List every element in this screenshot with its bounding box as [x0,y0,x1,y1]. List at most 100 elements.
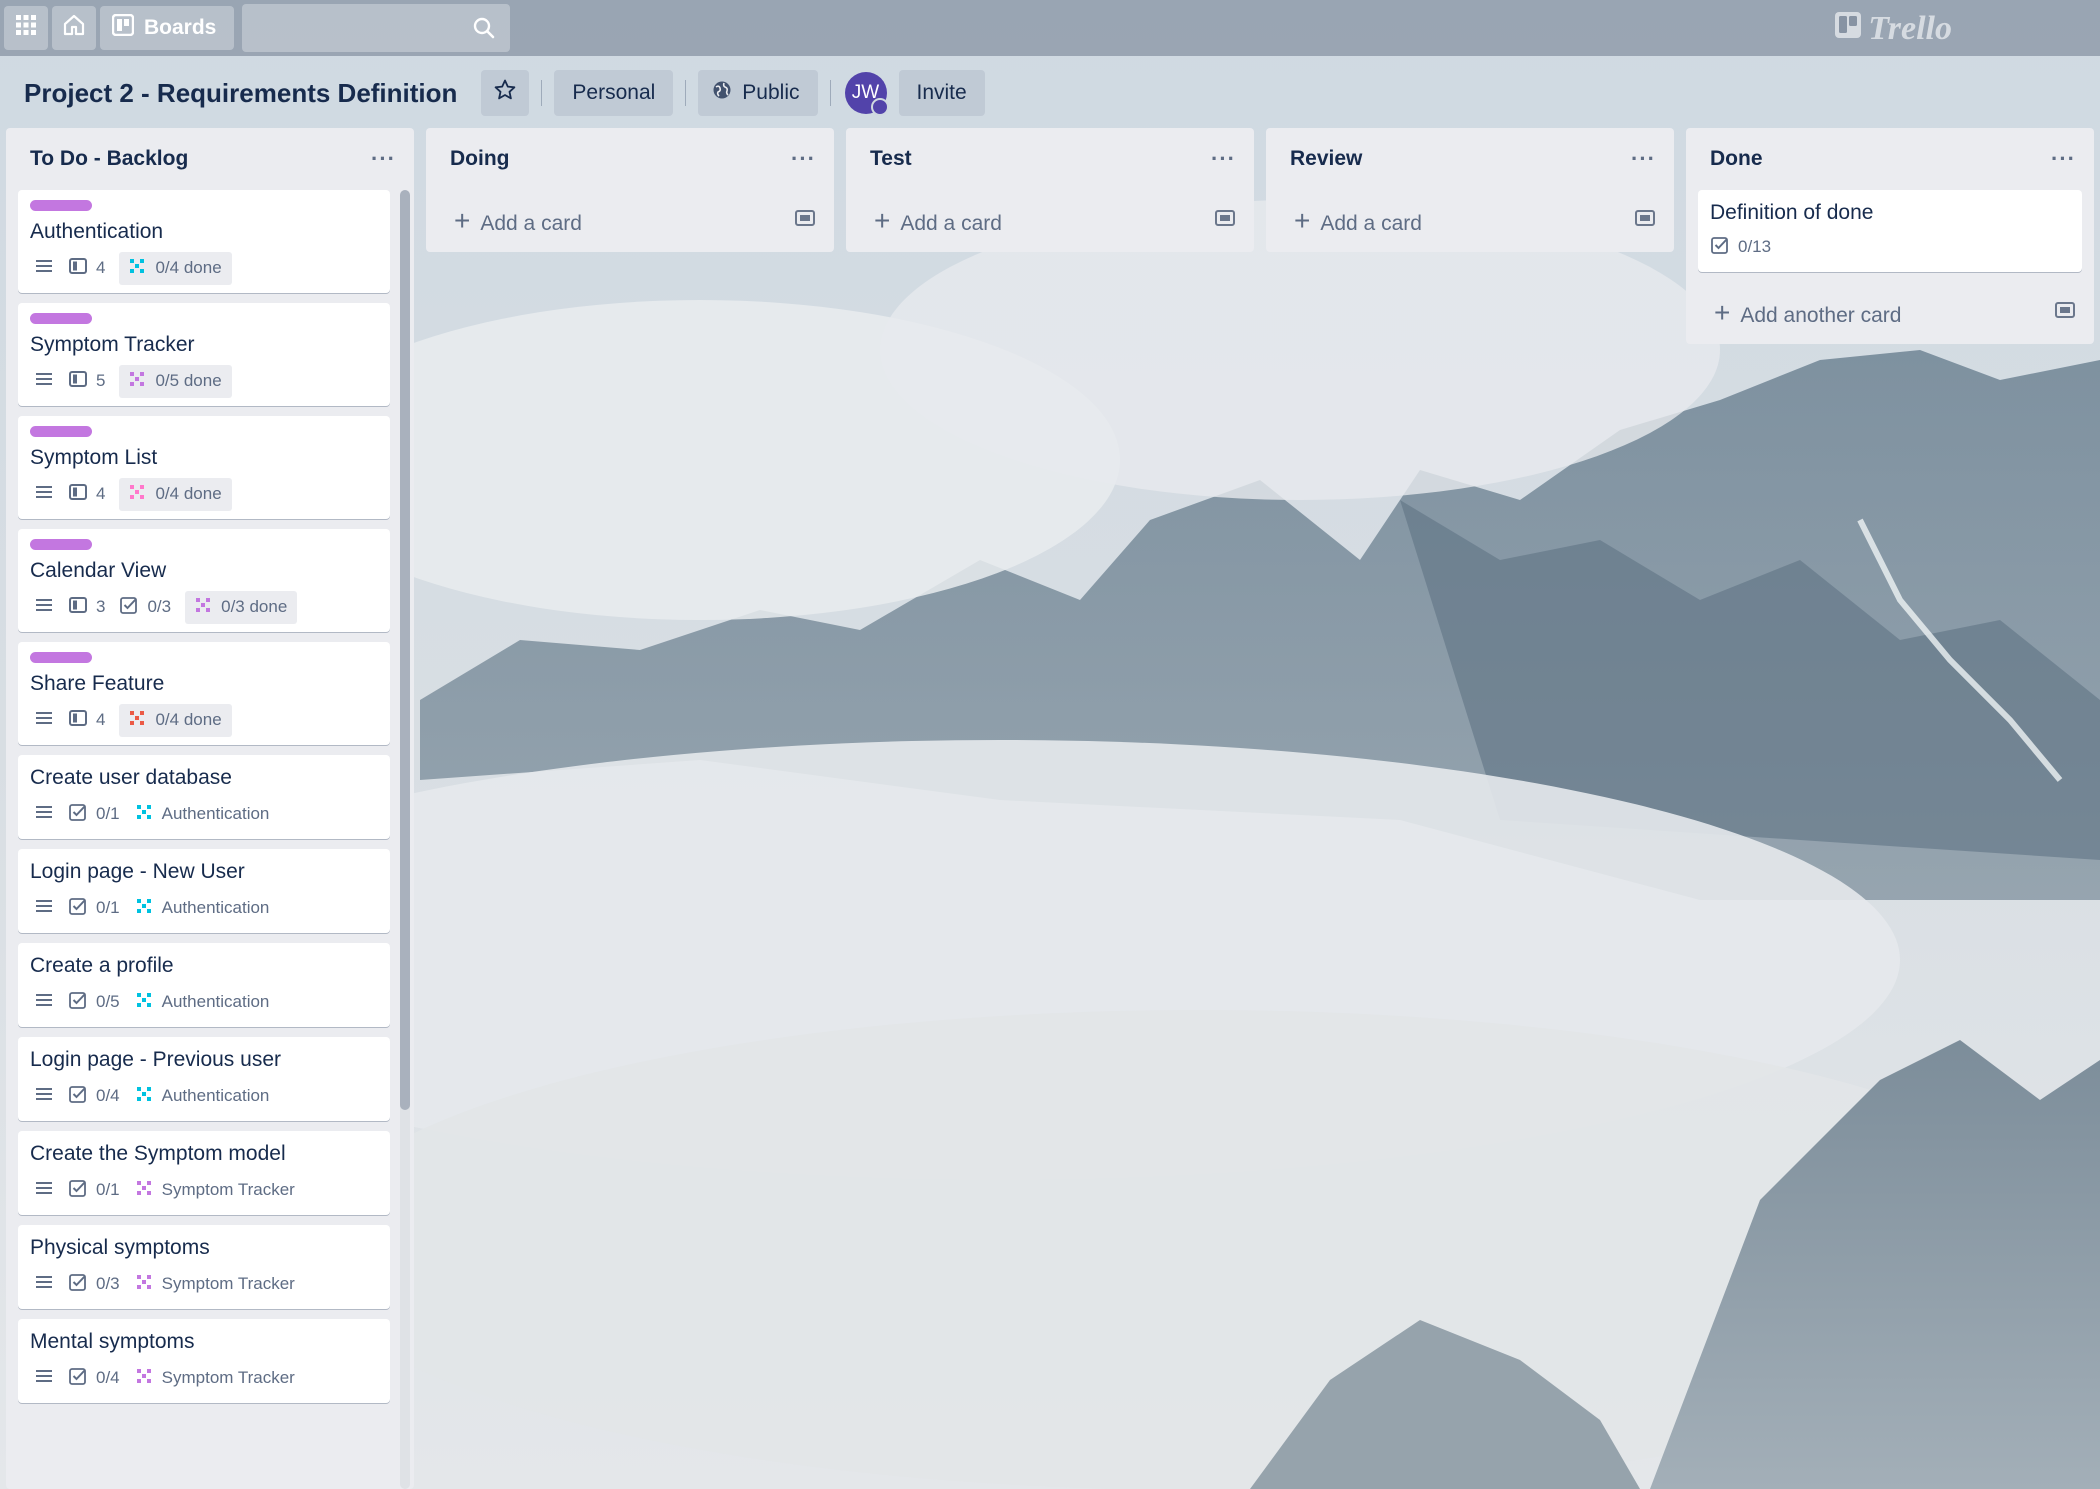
checklist-icon [68,1178,88,1203]
card-badges: 0/4 Authentication [30,1081,378,1111]
list-title[interactable]: To Do - Backlog [30,147,188,171]
description-badge [34,708,54,733]
card-badges: 0/4 Symptom Tracker [30,1363,378,1393]
card[interactable]: Mental symptoms 0/4 Symptom Tracker [18,1319,390,1403]
card[interactable]: Physical symptoms 0/3 Symptom Tracker [18,1225,390,1309]
apps-button[interactable] [4,6,48,50]
checklist-count: 0/5 [96,992,120,1011]
description-icon [34,595,54,620]
list-menu-icon[interactable]: ··· [1631,146,1656,172]
card[interactable]: Symptom Tracker 5 0/5 done [18,303,390,406]
parent-card-badge[interactable]: Symptom Tracker [134,1272,295,1297]
parent-card-badge[interactable]: Authentication [134,802,269,827]
list-title[interactable]: Review [1290,147,1362,171]
invite-button[interactable]: Invite [898,70,985,116]
add-card-button[interactable]: + Add a card [426,190,834,252]
checklist-badge: 0/5 [68,990,120,1015]
card-title: Create a profile [30,954,174,977]
card[interactable]: Create user database 0/1 Authentication [18,755,390,839]
card-badges: 4 0/4 done [30,477,378,511]
public-visibility-button[interactable]: Public [698,70,818,116]
list-scrollbar-thumb[interactable] [400,190,410,1110]
description-badge [34,595,54,620]
list-menu-icon[interactable]: ··· [2051,146,2076,172]
description-badge [34,1272,54,1297]
checklist-badge: 0/4 [68,1084,120,1109]
badge-text: 0/4 done [155,710,222,729]
card-label[interactable] [30,652,92,663]
card-badges: 4 0/4 done [30,703,378,737]
card[interactable]: Share Feature 4 0/4 done [18,642,390,745]
board-title[interactable]: Project 2 - Requirements Definition [24,78,457,109]
card[interactable]: Definition of done 0/13 [1698,190,2082,272]
card-template-icon[interactable] [1634,208,1656,234]
card-title: Definition of done [1710,201,1874,224]
checklist-icon [68,1084,88,1109]
card-title: Share Feature [30,672,165,695]
list-title[interactable]: Done [1710,147,1763,171]
card-title: Mental symptoms [30,1330,195,1353]
card[interactable]: Create the Symptom model 0/1 Symptom Track… [18,1131,390,1215]
home-button[interactable] [52,6,96,50]
list-header: To Do - Backlog ··· [6,128,414,190]
card[interactable]: Create a profile 0/5 Authentication [18,943,390,1027]
description-badge [34,482,54,507]
add-card-label: Add a card [900,212,1002,235]
member-avatar[interactable]: JW [844,72,889,116]
card-template-icon[interactable] [1214,208,1236,234]
card[interactable]: Login page - New User 0/1 Authentication [18,849,390,933]
card-label[interactable] [30,539,92,550]
team-visibility-button[interactable]: Personal [554,70,674,116]
description-badge [34,1366,54,1391]
description-badge [34,1178,54,1203]
badge-text: Authentication [161,992,270,1011]
list-menu-icon[interactable]: ··· [1211,146,1236,172]
description-icon [34,990,54,1015]
search-input[interactable] [242,4,511,52]
list-header: Test ··· [846,128,1254,190]
add-card-button[interactable]: + Add a card [1266,190,1674,252]
card[interactable]: Calendar View 3 0/3 0/3 done [18,529,390,632]
hierarchy-icon [127,256,147,281]
parent-card-badge[interactable]: Authentication [134,896,269,921]
card-label[interactable] [30,313,92,324]
list-menu-icon[interactable]: ··· [371,146,396,172]
boards-button[interactable]: Boards [100,6,235,50]
card-title: Create the Symptom model [30,1142,286,1165]
globe-icon [712,80,732,106]
checklist-badge: 0/1 [68,802,120,827]
badge-text: Symptom Tracker [161,1180,295,1199]
card[interactable]: Login page - Previous user 0/4 Authenticat… [18,1037,390,1121]
subcards-badge: 4 [68,482,105,507]
parent-card-badge[interactable]: Symptom Tracker [134,1366,295,1391]
list-review: Review ··· + Add a card [1266,128,1674,252]
add-another-card-button[interactable]: + Add another card [1686,282,2094,344]
checklist-badge: 0/4 [68,1366,120,1391]
description-badge [34,896,54,921]
list-scrollbar[interactable] [400,190,410,1489]
card-label[interactable] [30,200,92,211]
parent-card-badge[interactable]: Authentication [134,990,270,1015]
card-label[interactable] [30,426,92,437]
description-icon [34,369,54,394]
description-icon [34,1178,54,1203]
card-template-icon[interactable] [2054,300,2076,326]
card[interactable]: Authentication 4 0/4 done [18,190,390,293]
badge-text: 0/4 done [155,484,222,503]
checklist-badge: 0/1 [68,1178,120,1203]
description-badge [34,990,54,1015]
trello-logo[interactable]: Trello [1834,10,1952,48]
list-menu-icon[interactable]: ··· [791,146,816,172]
checklist-count: 0/1 [96,804,120,823]
list-title[interactable]: Doing [450,147,509,171]
card[interactable]: Symptom List 4 0/4 done [18,416,390,519]
star-button[interactable] [481,70,530,116]
add-card-button[interactable]: + Add a card [846,190,1254,252]
hierarchy-icon [127,708,147,733]
card-template-icon[interactable] [794,208,816,234]
card-title: Authentication [30,220,164,243]
parent-card-badge[interactable]: Symptom Tracker [134,1178,295,1203]
parent-card-badge[interactable]: Authentication [134,1084,269,1109]
list-title[interactable]: Test [870,147,912,171]
subcards-badge: 4 [68,256,105,281]
